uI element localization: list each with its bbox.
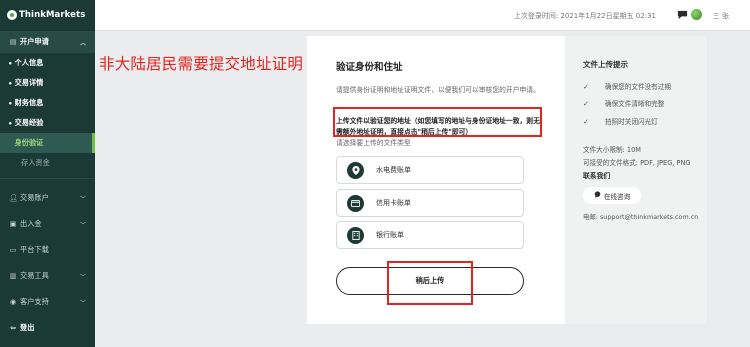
option-label: 信用卡账单 xyxy=(376,199,411,207)
option-label: 银行账单 xyxy=(376,231,404,239)
chat-button-label: 在线咨询 xyxy=(603,192,631,201)
avatar[interactable] xyxy=(691,9,702,20)
user-name[interactable]: 三 张 xyxy=(713,11,729,21)
sidebar-item-personal-info[interactable]: • 个人信息 xyxy=(0,53,95,73)
sidebar-item-label: 登出 xyxy=(20,323,35,332)
chevron-down-icon: ﹀ xyxy=(79,221,86,229)
check-icon: ✓ xyxy=(583,118,589,126)
tip-text: 拍照时关闭闪光灯 xyxy=(604,118,658,126)
logout-icon: ⇦ xyxy=(10,324,16,332)
online-chat-button[interactable]: 在线咨询 xyxy=(583,187,641,204)
monitor-icon: ▭ xyxy=(9,246,17,254)
sidebar-item-logout[interactable]: ⇦ 登出 xyxy=(0,315,95,341)
sidebar-item-label: 交易工具 xyxy=(20,271,49,280)
sidebar-item-financial-info[interactable]: • 财务信息 xyxy=(0,93,95,113)
sidebar-section-account-opening[interactable]: ▤ 开户申请 ︿ xyxy=(0,31,95,53)
tip-item: ✓ 确保文件清晰和完整 xyxy=(583,98,707,108)
logo-text: ThinkMarkets xyxy=(19,10,86,20)
sidebar-item-label: 客户支持 xyxy=(20,297,49,306)
page-title: 验证身份和住址 xyxy=(336,62,403,73)
sidebar: ThinkMarkets ▤ 开户申请 ︿ • 个人信息 • 交易详情 • 财务… xyxy=(0,0,95,347)
sidebar-item-trading-accounts[interactable]: 👤︎ 交易账户 ﹀ xyxy=(0,185,95,211)
bank-icon xyxy=(347,226,364,244)
card-description: 请提供身份证明和地址证明文件，以便我们可以审核您的开户申请。 xyxy=(336,86,540,94)
bullet-icon: • xyxy=(8,58,13,68)
chat-icon[interactable] xyxy=(677,9,688,20)
bullet-icon: • xyxy=(8,118,13,128)
option-label: 水电费账单 xyxy=(376,166,411,174)
sidebar-item-trading-tools[interactable]: ▥ 交易工具 ﹀ xyxy=(0,263,95,289)
sidebar-item-label: 存入资金 xyxy=(21,158,50,167)
credit-card-icon xyxy=(347,194,364,212)
tip-item: ✓ 确保您的文件没有过期 xyxy=(583,81,707,91)
bullet-icon: • xyxy=(8,78,13,88)
chevron-down-icon: ﹀ xyxy=(79,273,86,281)
sidebar-section-label: 开户申请 xyxy=(20,37,49,46)
brand-logo[interactable]: ThinkMarkets xyxy=(0,0,95,31)
tips-title: 文件上传提示 xyxy=(583,60,628,69)
sidebar-item-funding[interactable]: ▣ 出入金 ﹀ xyxy=(0,211,95,237)
user-icon: 👤︎ xyxy=(9,194,18,202)
top-bar: 上次登录时间: 2021年1月22日星期五 02:31 三 张 xyxy=(95,0,750,31)
chevron-down-icon: ﹀ xyxy=(79,195,86,203)
sidebar-item-label: 个人信息 xyxy=(14,58,44,67)
location-pin-icon xyxy=(347,161,364,179)
chat-bubble-icon xyxy=(594,191,601,200)
wallet-icon: ▣ xyxy=(9,220,17,228)
annotation-box-button xyxy=(387,261,473,305)
support-email[interactable]: 电邮: support@thinkmarkets.com.cn xyxy=(583,212,698,221)
option-utility-bill[interactable]: 水电费账单 xyxy=(336,156,524,184)
document-icon: ▤ xyxy=(9,38,17,46)
annotation-note: 非大陆居民需要提交地址证明 xyxy=(99,55,304,73)
support-icon: ◉ xyxy=(9,298,17,306)
check-icon: ✓ xyxy=(583,83,589,91)
sidebar-item-label: 身份验证 xyxy=(14,138,44,147)
tools-icon: ▥ xyxy=(9,272,17,280)
sidebar-item-label: 交易详情 xyxy=(14,78,44,87)
sidebar-item-label: 出入金 xyxy=(20,219,42,228)
sidebar-item-label: 交易账户 xyxy=(20,193,49,202)
option-bank-statement[interactable]: 银行账单 xyxy=(336,221,524,249)
last-login-text: 上次登录时间: 2021年1月22日星期五 02:31 xyxy=(513,12,656,20)
choose-prompt: 请选择要上传的文件类型 xyxy=(336,139,411,147)
sidebar-item-label: 平台下载 xyxy=(20,245,49,254)
sidebar-divider xyxy=(0,173,95,179)
annotation-box-note xyxy=(333,107,542,137)
sidebar-item-identity-verification[interactable]: • 身份验证 xyxy=(0,133,95,153)
sidebar-item-platform-download[interactable]: ▭ 平台下载 xyxy=(0,237,95,263)
chevron-up-icon: ︿ xyxy=(79,39,86,47)
sidebar-item-deposit[interactable]: 存入资金 xyxy=(0,153,95,173)
contact-us-heading: 联系我们 xyxy=(583,172,611,180)
upload-tips-panel: 文件上传提示 ✓ 确保您的文件没有过期 ✓ 确保文件清晰和完整 ✓ 拍照时关闭闪… xyxy=(565,36,707,324)
max-file-size: 文件大小限制: 10M xyxy=(583,146,641,154)
sidebar-item-trading-experience[interactable]: • 交易经验 xyxy=(0,113,95,133)
check-icon: ✓ xyxy=(583,100,589,108)
option-credit-card-statement[interactable]: 信用卡账单 xyxy=(336,189,524,217)
accepted-formats: 可接受的文件格式: PDF, JPEG, PNG xyxy=(583,159,691,167)
sidebar-item-customer-support[interactable]: ◉ 客户支持 ﹀ xyxy=(0,289,95,315)
sidebar-item-trading-details[interactable]: • 交易详情 xyxy=(0,73,95,93)
tip-text: 确保您的文件没有过期 xyxy=(604,83,671,91)
chevron-down-icon: ﹀ xyxy=(79,299,86,307)
sidebar-item-label: 财务信息 xyxy=(14,98,44,107)
sidebar-item-label: 交易经验 xyxy=(14,118,44,127)
logo-icon xyxy=(7,10,17,20)
bullet-icon: • xyxy=(8,98,13,108)
tip-text: 确保文件清晰和完整 xyxy=(604,100,665,108)
tip-item: ✓ 拍照时关闭闪光灯 xyxy=(583,116,707,126)
